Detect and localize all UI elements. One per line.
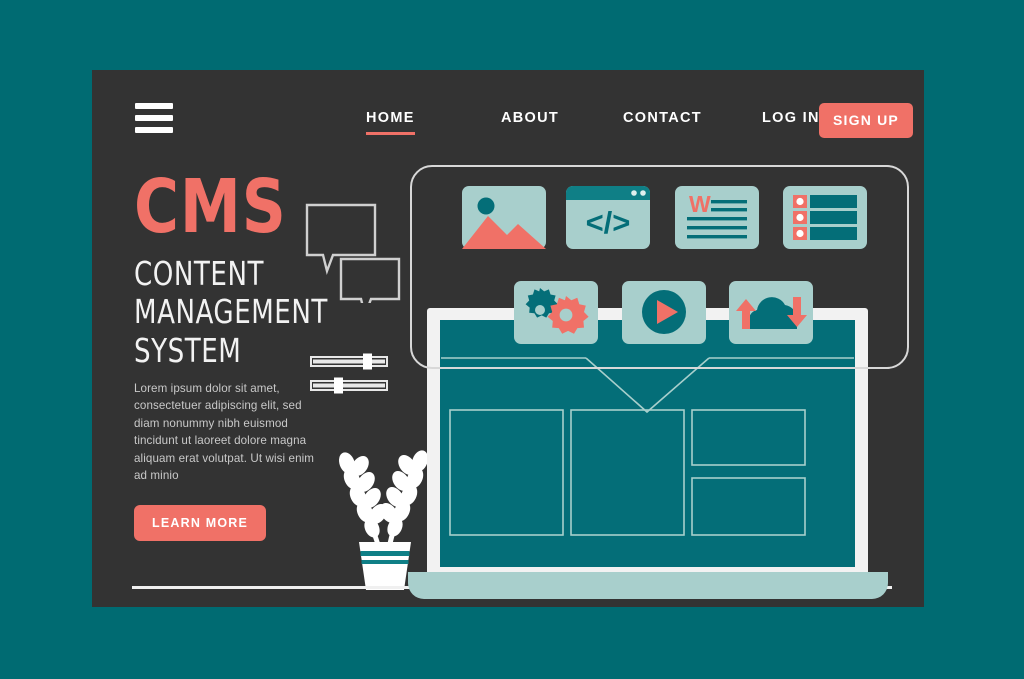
cloud-sync-icon[interactable] [729,281,813,344]
nav-item-login[interactable]: LOG IN [762,110,820,126]
signup-button[interactable]: SIGN UP [819,103,913,138]
hamburger-bar [135,127,173,133]
list-database-icon[interactable] [783,186,867,249]
block-center [570,409,685,536]
block-right-bottom [691,477,806,536]
image-icon[interactable] [462,186,546,249]
hero-paragraph: Lorem ipsum dolor sit amet, consectetuer… [134,382,315,482]
learn-more-button[interactable]: LEARN MORE [134,505,267,541]
landing-page-illustration: HOME ABOUT CONTACT LOG IN SIGN UP CMS CO… [0,0,1024,679]
hero-card: HOME ABOUT CONTACT LOG IN SIGN UP CMS CO… [92,70,924,607]
block-left [449,409,564,536]
code-window-icon[interactable]: </> [566,186,650,249]
svg-text:</>: </> [586,205,631,240]
slider-controls[interactable] [310,353,394,395]
page-title: CONTENT MANAGEMENT SYSTEM [134,254,328,370]
hamburger-menu-icon[interactable] [135,103,173,133]
nav-item-home[interactable]: HOME [366,110,415,135]
hamburger-bar [135,103,173,109]
potted-plant-illustration [330,418,440,590]
speech-bubbles-icon [305,203,401,303]
nav-item-contact[interactable]: CONTACT [623,110,702,126]
brand-title: CMS [134,164,287,250]
nav-active-underline [366,131,415,135]
play-button-icon[interactable] [622,281,706,344]
laptop-base [408,572,888,599]
nav-item-home-label: HOME [366,110,415,126]
word-document-icon[interactable]: W [675,186,759,249]
nav-item-about[interactable]: ABOUT [501,110,559,126]
block-right-top [691,409,806,466]
hamburger-bar [135,115,173,121]
gears-icon[interactable] [514,281,598,344]
svg-text:W: W [689,191,711,217]
